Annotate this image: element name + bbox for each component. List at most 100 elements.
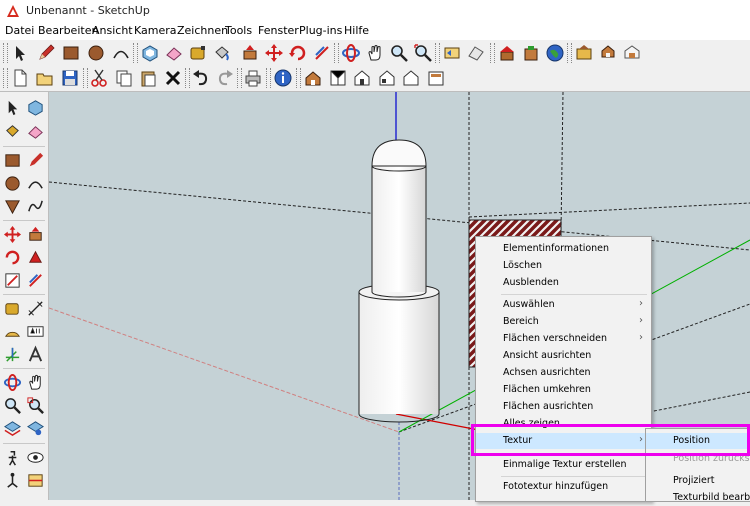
scale-icon[interactable]	[3, 271, 22, 290]
protractor-icon[interactable]	[3, 322, 22, 341]
look-around-icon[interactable]	[26, 448, 45, 467]
arc-icon[interactable]	[111, 43, 131, 63]
cm-item-flaechen-verschneiden[interactable]: Flächen verschneiden ›	[476, 331, 651, 347]
paint-bucket-icon[interactable]	[3, 122, 22, 141]
pan-icon[interactable]	[365, 43, 385, 63]
menu-zeichnen[interactable]: Zeichnen	[177, 24, 228, 37]
toolbar-grip[interactable]	[185, 68, 190, 88]
toolbar-grip[interactable]	[237, 68, 242, 88]
eraser-icon[interactable]	[26, 122, 45, 141]
right-view-icon[interactable]	[377, 68, 397, 88]
top-view-icon[interactable]	[328, 68, 348, 88]
cm-item-ausblenden[interactable]: Ausblenden	[476, 275, 651, 291]
copy-icon[interactable]	[114, 68, 134, 88]
offset-icon[interactable]	[26, 271, 45, 290]
share-model-icon[interactable]	[598, 43, 618, 63]
cut-icon[interactable]	[89, 68, 109, 88]
freehand-icon[interactable]	[26, 197, 45, 216]
redo-icon[interactable]	[215, 68, 235, 88]
back-view-icon[interactable]	[401, 68, 421, 88]
orbit-icon[interactable]	[3, 373, 22, 392]
cm-item-ansicht-ausrichten[interactable]: Ansicht ausrichten	[476, 348, 651, 364]
rotate-icon[interactable]	[288, 43, 308, 63]
text-icon[interactable]	[26, 322, 45, 341]
cm-item-elementinformationen[interactable]: Elementinformationen	[476, 241, 651, 257]
toolbar-grip[interactable]	[266, 68, 271, 88]
toolbar-grip[interactable]	[567, 43, 572, 63]
cm-item-einmalige-textur[interactable]: Einmalige Textur erstellen	[476, 457, 651, 473]
cm-item-flaechen-ausrichten[interactable]: Flächen ausrichten	[476, 399, 651, 415]
zoom-window-icon[interactable]	[26, 396, 45, 415]
rectangle-icon[interactable]	[3, 151, 22, 170]
cm-item-auswaehlen[interactable]: Auswählen ›	[476, 297, 651, 313]
toolbar-grip[interactable]	[3, 43, 8, 63]
zoom-extents-icon[interactable]	[3, 419, 22, 438]
previous-view-icon[interactable]	[26, 419, 45, 438]
toolbar-grip[interactable]	[435, 43, 440, 63]
components-icon[interactable]	[574, 43, 594, 63]
zoom-icon[interactable]	[389, 43, 409, 63]
rectangle-icon[interactable]	[61, 43, 81, 63]
cm-item-flaechen-umkehren[interactable]: Flächen umkehren	[476, 382, 651, 398]
delete-icon[interactable]	[163, 68, 183, 88]
print-icon[interactable]	[243, 68, 263, 88]
sm-item-projiziert[interactable]: Projiziert	[646, 473, 750, 489]
next-view-icon[interactable]	[466, 43, 486, 63]
menu-tools[interactable]: Tools	[225, 24, 252, 37]
menu-kamera[interactable]: Kamera	[134, 24, 177, 37]
make-component-icon[interactable]	[26, 98, 45, 117]
google-earth-icon[interactable]	[545, 43, 565, 63]
toolbar-grip[interactable]	[133, 43, 138, 63]
cm-item-achsen-ausrichten[interactable]: Achsen ausrichten	[476, 365, 651, 381]
toolbar-grip[interactable]	[334, 43, 339, 63]
dimension-icon[interactable]	[26, 299, 45, 318]
zoom-extents-icon[interactable]	[413, 43, 433, 63]
menu-hilfe[interactable]: Hilfe	[344, 24, 369, 37]
follow-me-icon[interactable]	[26, 248, 45, 267]
select-arrow-icon[interactable]	[3, 98, 22, 117]
toolbar-grip[interactable]	[296, 68, 301, 88]
circle-icon[interactable]	[86, 43, 106, 63]
add-location-icon[interactable]	[497, 43, 517, 63]
menu-plugins[interactable]: Plug-ins	[299, 24, 342, 37]
toolbar-grip[interactable]	[83, 68, 88, 88]
arc-icon[interactable]	[26, 174, 45, 193]
open-icon[interactable]	[35, 68, 55, 88]
select-arrow-icon[interactable]	[10, 43, 30, 63]
left-view-icon[interactable]	[426, 68, 446, 88]
warehouse-icon[interactable]	[622, 43, 642, 63]
menu-ansicht[interactable]: Ansicht	[92, 24, 133, 37]
zoom-icon[interactable]	[3, 396, 22, 415]
paint-bucket-icon[interactable]	[212, 43, 232, 63]
offset-icon[interactable]	[312, 43, 332, 63]
menu-datei[interactable]: Datei	[5, 24, 34, 37]
cm-item-fototextur[interactable]: Fototextur hinzufügen	[476, 479, 651, 495]
cm-item-bereich[interactable]: Bereich ›	[476, 314, 651, 330]
tape-measure-icon[interactable]	[3, 299, 22, 318]
3d-text-icon[interactable]	[26, 345, 45, 364]
push-pull-icon[interactable]	[240, 43, 260, 63]
sm-item-texturbild-bearbeiten[interactable]: Texturbild bearbeiten	[646, 490, 750, 506]
get-models-icon[interactable]	[521, 43, 541, 63]
menu-bearbeiten[interactable]: Bearbeiten	[38, 24, 98, 37]
paste-icon[interactable]	[138, 68, 158, 88]
pencil-icon[interactable]	[36, 43, 56, 63]
toolbar-grip[interactable]	[3, 68, 8, 88]
eraser-icon[interactable]	[164, 43, 184, 63]
section-plane-icon[interactable]	[26, 471, 45, 490]
cm-item-loeschen[interactable]: Löschen	[476, 258, 651, 274]
new-icon[interactable]	[10, 68, 30, 88]
move-icon[interactable]	[264, 43, 284, 63]
rotate-icon[interactable]	[3, 248, 22, 267]
orbit-icon[interactable]	[341, 43, 361, 63]
front-view-icon[interactable]	[352, 68, 372, 88]
push-pull-icon[interactable]	[26, 225, 45, 244]
iso-view-icon[interactable]	[303, 68, 323, 88]
tape-measure-icon[interactable]	[188, 43, 208, 63]
upper-cylinder[interactable]	[371, 139, 427, 298]
toolbar-grip[interactable]	[490, 43, 495, 63]
walk-icon[interactable]	[3, 448, 22, 467]
save-icon[interactable]	[60, 68, 80, 88]
axes-icon[interactable]	[3, 345, 22, 364]
pan-icon[interactable]	[26, 373, 45, 392]
